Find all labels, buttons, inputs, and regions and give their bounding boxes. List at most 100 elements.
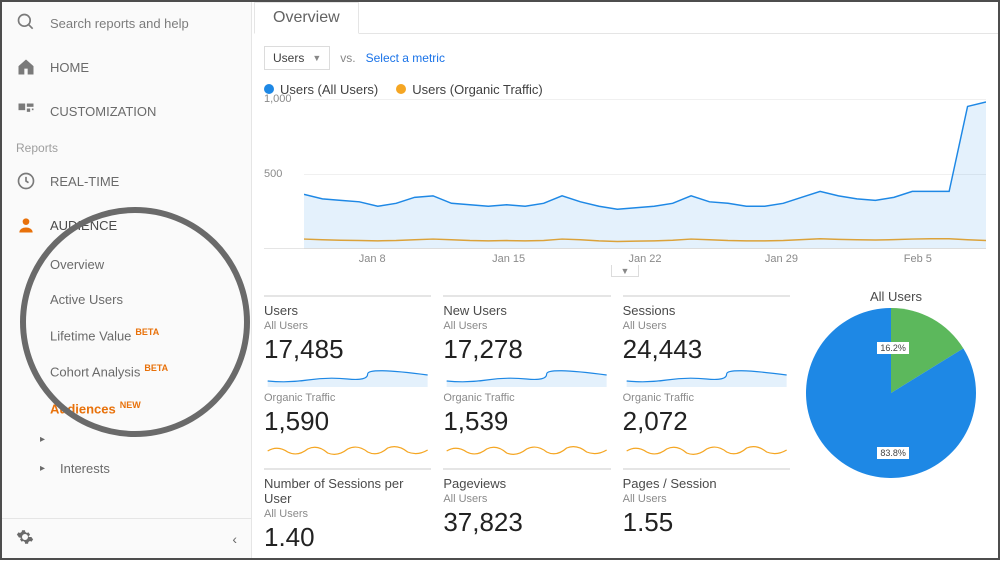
- metric-card: Pages / Session All Users 1.55: [623, 462, 802, 555]
- new-badge: NEW: [120, 400, 141, 410]
- line-chart-svg: [304, 99, 986, 248]
- card-segment: All Users: [623, 320, 790, 332]
- metric-card: Sessions All Users 24,443 Organic Traffic 2,…: [623, 289, 802, 462]
- dropdown-value: Users: [273, 51, 304, 65]
- x-tick: Jan 29: [713, 253, 849, 265]
- card-title: Sessions: [623, 295, 790, 318]
- card-value: 17,485: [264, 334, 431, 365]
- card-value: 2,072: [623, 406, 790, 437]
- label: Audiences: [50, 401, 116, 416]
- chart-controls: Users ▼ vs. Select a metric: [252, 34, 998, 82]
- pie-title: All Users: [806, 289, 986, 304]
- clock-icon: [16, 171, 36, 191]
- nav-customization[interactable]: CUSTOMIZATION: [2, 89, 251, 133]
- main-content: Overview Users ▼ vs. Select a metric Use…: [252, 2, 998, 558]
- card-segment: All Users: [443, 320, 610, 332]
- x-axis-labels: Jan 8Jan 15Jan 22Jan 29Feb 5: [304, 249, 986, 265]
- search-placeholder: Search reports and help: [50, 16, 189, 31]
- sidebar: Search reports and help HOME CUSTOMIZATI…: [2, 2, 252, 558]
- y-tick: 500: [264, 168, 282, 180]
- dashboard-icon: [16, 101, 36, 121]
- sidebar-item-interests[interactable]: ▸ Interests: [2, 453, 251, 484]
- vs-label: vs.: [340, 51, 355, 65]
- sparkline: [264, 367, 431, 387]
- card-title: Pages / Session: [623, 468, 790, 491]
- label: Cohort Analysis: [50, 365, 140, 380]
- search-icon: [16, 12, 50, 35]
- nav-realtime[interactable]: REAL-TIME: [2, 159, 251, 203]
- nav-home[interactable]: HOME: [2, 45, 251, 89]
- x-tick: Jan 22: [577, 253, 713, 265]
- sidebar-footer: ‹: [2, 518, 251, 558]
- metric-card: UsersAll Users17,485Organic Traffic1,590: [264, 289, 443, 462]
- nav-audience[interactable]: AUDIENCE: [2, 203, 251, 247]
- sparkline: [443, 367, 610, 387]
- metric-cards-row: UsersAll Users17,485Organic Traffic1,590…: [252, 281, 998, 563]
- sparkline: [623, 367, 790, 387]
- reports-heading: Reports: [2, 133, 251, 159]
- search-field[interactable]: Search reports and help: [2, 2, 251, 45]
- select-metric-link[interactable]: Select a metric: [366, 51, 445, 65]
- realtime-label: REAL-TIME: [50, 174, 119, 189]
- x-tick: Jan 15: [440, 253, 576, 265]
- sidebar-item-active-users[interactable]: Active Users: [2, 282, 251, 317]
- card-value: 17,278: [443, 334, 610, 365]
- sparkline: [443, 439, 610, 459]
- legend-item-b[interactable]: Users (Organic Traffic): [396, 82, 543, 97]
- x-tick: Feb 5: [850, 253, 986, 265]
- collapse-sidebar-icon[interactable]: ‹: [232, 531, 237, 547]
- card-title: Number of Sessions per User: [264, 468, 431, 506]
- dot-icon: [396, 84, 406, 94]
- home-label: HOME: [50, 60, 89, 75]
- label: Lifetime Value: [50, 328, 131, 343]
- card-value: 1.55: [623, 507, 790, 538]
- card-segment: All Users: [443, 493, 610, 505]
- card-value: 1.40: [264, 522, 431, 553]
- card-segment: Organic Traffic: [264, 392, 431, 404]
- chart-legend: Users (All Users) Users (Organic Traffic…: [252, 82, 998, 99]
- sidebar-item-collapsed[interactable]: ▸: [2, 426, 251, 453]
- y-tick: 1,000: [264, 93, 292, 105]
- person-icon: [16, 215, 36, 235]
- sidebar-item-overview[interactable]: Overview: [2, 247, 251, 282]
- sidebar-item-audiences[interactable]: Audiences NEW: [2, 390, 251, 426]
- tab-overview[interactable]: Overview: [254, 2, 359, 34]
- customization-label: CUSTOMIZATION: [50, 104, 156, 119]
- card-value: 24,443: [623, 334, 790, 365]
- x-tick: Jan 8: [304, 253, 440, 265]
- card-segment: Organic Traffic: [443, 392, 610, 404]
- card-value: 37,823: [443, 507, 610, 538]
- pie-chart: All Users 16.2% 83.8%: [806, 289, 986, 478]
- chevron-down-icon: ▼: [312, 53, 321, 63]
- expand-handle[interactable]: ▼: [611, 265, 639, 277]
- sidebar-item-lifetime-value[interactable]: Lifetime ValueBETA: [2, 317, 251, 353]
- sparkline: [623, 439, 790, 459]
- pie-slice-label: 83.8%: [877, 447, 909, 459]
- label: Active Users: [50, 292, 123, 307]
- card-title: Users: [264, 295, 431, 318]
- card-title: Pageviews: [443, 468, 610, 491]
- sparkline: [264, 439, 431, 459]
- metric-card: New Users All Users 17,278 Organic Traffic 1…: [443, 289, 622, 462]
- gear-icon[interactable]: [16, 528, 34, 549]
- card-value: 1,539: [443, 406, 610, 437]
- card-segment: All Users: [264, 320, 431, 332]
- legend-label: Users (All Users): [280, 82, 378, 97]
- home-icon: [16, 57, 36, 77]
- chevron-right-icon: ▸: [40, 463, 50, 474]
- pie-slice-label: 16.2%: [877, 342, 909, 354]
- chevron-right-icon: ▸: [40, 434, 50, 445]
- metric-dropdown[interactable]: Users ▼: [264, 46, 330, 70]
- card-title: New Users: [443, 295, 610, 318]
- card-segment: Organic Traffic: [623, 392, 790, 404]
- beta-badge: BETA: [144, 363, 168, 373]
- card-segment: All Users: [264, 508, 431, 520]
- metric-card: Pageviews All Users 37,823: [443, 462, 622, 555]
- axis-line: [304, 248, 986, 249]
- tab-bar: Overview: [254, 2, 998, 34]
- sidebar-item-cohort[interactable]: Cohort Analysis BETA: [2, 353, 251, 389]
- audience-label: AUDIENCE: [50, 218, 117, 233]
- card-segment: All Users: [623, 493, 790, 505]
- interests-label: Interests: [60, 461, 110, 476]
- metric-card: Number of Sessions per User All Users 1.40: [264, 462, 443, 555]
